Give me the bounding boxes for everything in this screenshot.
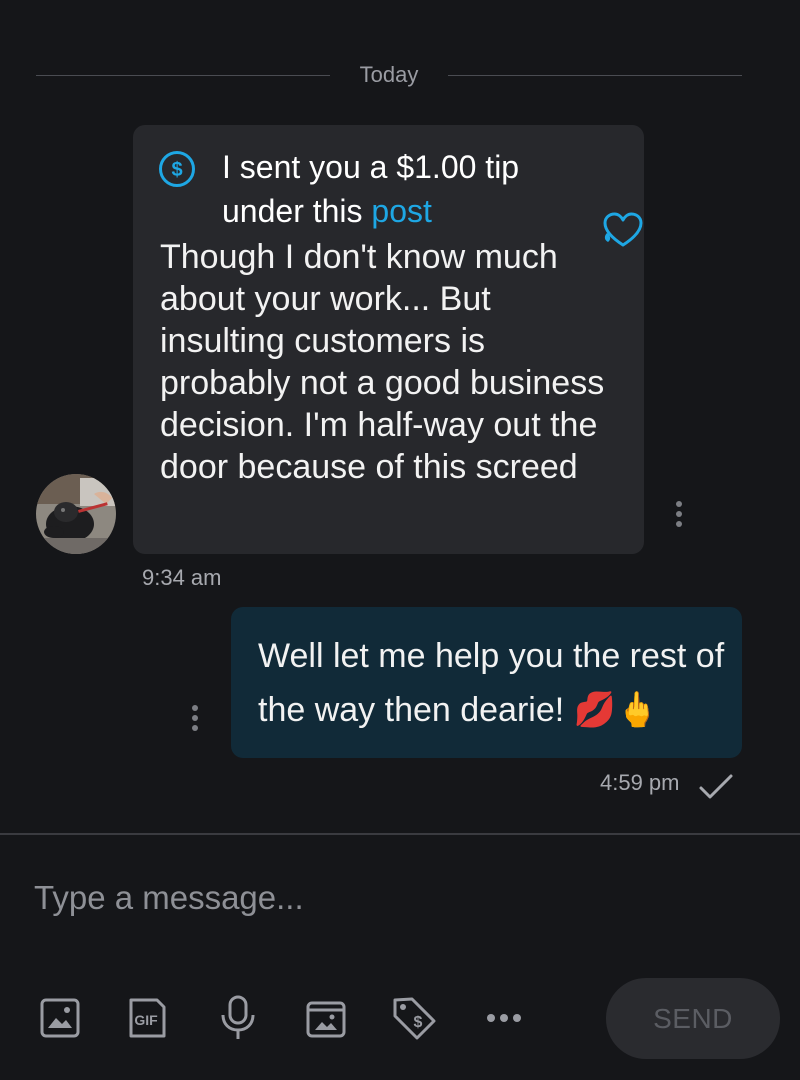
- composer-divider: [0, 833, 800, 835]
- tip-line-prefix: under this: [222, 193, 372, 229]
- svg-text:$: $: [171, 159, 182, 181]
- date-divider-label: Today: [359, 62, 419, 87]
- dog-avatar: [36, 474, 116, 554]
- incoming-more-options-icon[interactable]: [666, 497, 692, 531]
- tip-description: I sent you a $1.00 tip under this post: [222, 145, 602, 233]
- outgoing-more-options-icon[interactable]: [182, 701, 208, 735]
- tip-line: I sent you a $1.00 tip: [222, 149, 520, 185]
- post-link[interactable]: post: [371, 193, 431, 229]
- more-icon: [487, 1014, 521, 1022]
- divider-line: [36, 75, 330, 76]
- send-button[interactable]: SEND: [606, 978, 780, 1059]
- incoming-message-bubble: $ I sent you a $1.00 tip under this post…: [133, 125, 644, 554]
- outgoing-message-text: Well let me help you the rest of the way…: [258, 637, 725, 729]
- more-button[interactable]: [480, 994, 528, 1042]
- date-divider: Today: [36, 58, 742, 92]
- image-button[interactable]: [36, 994, 84, 1042]
- image-icon: [40, 998, 80, 1038]
- media-vault-icon: [306, 1001, 346, 1038]
- gif-button[interactable]: GIF: [122, 994, 170, 1042]
- outgoing-timestamp: 4:59 pm: [600, 770, 680, 795]
- divider-line: [448, 75, 742, 76]
- avatar[interactable]: [36, 474, 116, 554]
- message-input[interactable]: [34, 870, 754, 926]
- check-icon: [699, 774, 733, 799]
- tip-tag-icon: $: [393, 997, 436, 1040]
- microphone-icon: [221, 995, 255, 1039]
- tip-button[interactable]: $: [390, 994, 438, 1042]
- gif-label: GIF: [134, 1012, 158, 1028]
- incoming-timestamp: 9:34 am: [142, 565, 222, 590]
- incoming-message-text: Though I don't know much about your work…: [160, 238, 605, 486]
- svg-text:$: $: [414, 1014, 423, 1031]
- vault-button[interactable]: [302, 994, 350, 1042]
- outgoing-message-bubble: Well let me help you the rest of the way…: [231, 607, 742, 758]
- voice-button[interactable]: [214, 994, 262, 1042]
- gif-icon: GIF: [129, 998, 166, 1038]
- dollar-circle-icon: $: [159, 151, 195, 187]
